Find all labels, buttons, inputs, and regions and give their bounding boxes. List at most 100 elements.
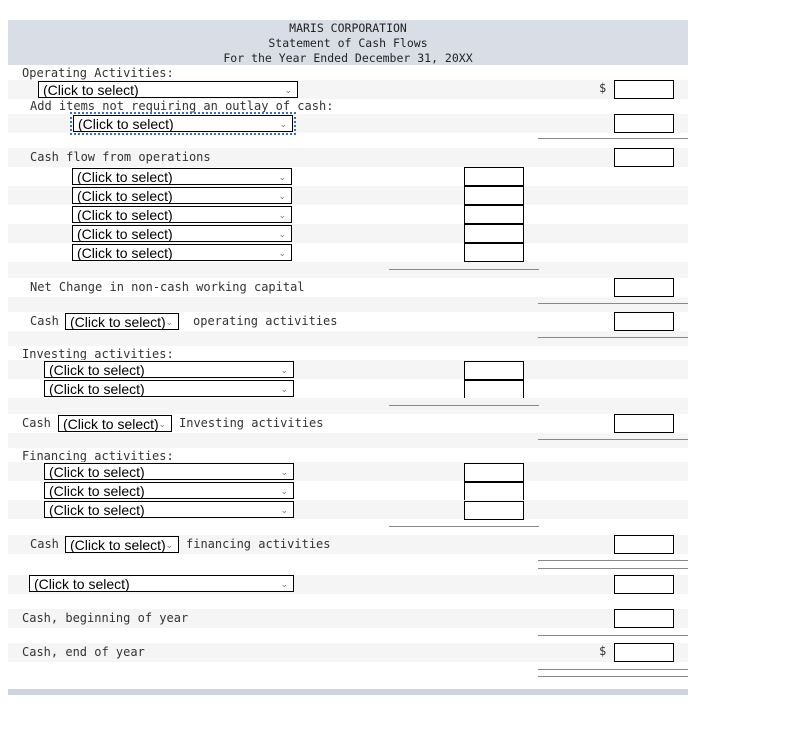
row-spacer bbox=[8, 398, 688, 414]
operating-item-select[interactable]: (Click to select) ⌄ bbox=[38, 81, 298, 98]
noncash-item-amount-input[interactable] bbox=[614, 114, 674, 133]
investing-amount-input-1[interactable] bbox=[464, 361, 524, 380]
row-wc-1: (Click to select) ⌄ bbox=[8, 167, 688, 186]
financing-amount-input-2[interactable] bbox=[464, 482, 524, 501]
chevron-down-icon: ⌄ bbox=[278, 172, 286, 182]
working-capital-amount-input-5[interactable] bbox=[464, 243, 524, 262]
subtotal-rule bbox=[389, 405, 539, 406]
cash-operating-amount-input[interactable] bbox=[614, 312, 674, 331]
net-change-label: Net Change in non-cash working capital bbox=[30, 280, 305, 294]
select-value: (Click to select) bbox=[78, 116, 174, 132]
chevron-down-icon: ⌄ bbox=[165, 540, 173, 550]
working-capital-select-4[interactable]: (Click to select) ⌄ bbox=[72, 225, 292, 242]
subtotal-rule bbox=[538, 439, 688, 440]
investing-select-1[interactable]: (Click to select) ⌄ bbox=[44, 361, 294, 378]
cash-end-amount-input[interactable] bbox=[614, 643, 674, 662]
row-wc-3: (Click to select) ⌄ bbox=[8, 205, 688, 224]
chevron-down-icon: ⌄ bbox=[280, 579, 288, 589]
subtotal-rule bbox=[538, 138, 688, 139]
currency-symbol: $ bbox=[599, 644, 607, 658]
select-value: (Click to select) bbox=[70, 537, 166, 553]
row-investing-2: (Click to select) ⌄ bbox=[8, 379, 688, 399]
row-operating-item: (Click to select) ⌄ $ bbox=[8, 80, 688, 99]
cash-beginning-amount-input[interactable] bbox=[614, 609, 674, 628]
investing-amount-input-2[interactable] bbox=[464, 380, 524, 399]
subtotal-rule bbox=[389, 269, 539, 270]
financing-select-2[interactable]: (Click to select) ⌄ bbox=[44, 482, 294, 499]
working-capital-amount-input-2[interactable] bbox=[464, 186, 524, 205]
financing-select-3[interactable]: (Click to select) ⌄ bbox=[44, 501, 294, 518]
operating-activities-label: operating activities bbox=[193, 314, 338, 328]
cash-investing-amount-input[interactable] bbox=[614, 414, 674, 433]
cash-flow-ops-amount-input[interactable] bbox=[614, 148, 674, 167]
cash-label: Cash bbox=[30, 314, 59, 328]
chevron-down-icon: ⌄ bbox=[158, 419, 166, 429]
select-value: (Click to select) bbox=[49, 464, 145, 480]
operating-provided-used-select[interactable]: (Click to select) ⌄ bbox=[65, 313, 179, 330]
chevron-down-icon: ⌄ bbox=[279, 119, 287, 129]
operating-title: Operating Activities: bbox=[22, 66, 174, 80]
select-value: (Click to select) bbox=[49, 362, 145, 378]
financing-amount-input-1[interactable] bbox=[464, 463, 524, 482]
chevron-down-icon: ⌄ bbox=[278, 191, 286, 201]
chevron-down-icon: ⌄ bbox=[284, 85, 292, 95]
select-value: (Click to select) bbox=[34, 576, 130, 592]
cash-flow-ops-label: Cash flow from operations bbox=[30, 150, 211, 164]
working-capital-amount-input-4[interactable] bbox=[464, 224, 524, 243]
cash-label: Cash bbox=[30, 537, 59, 551]
row-cash-beginning: Cash, beginning of year bbox=[8, 609, 688, 628]
row-cash-financing: Cash (Click to select) ⌄ financing activi… bbox=[8, 535, 688, 554]
working-capital-select-3[interactable]: (Click to select) ⌄ bbox=[72, 206, 292, 223]
chevron-down-icon: ⌄ bbox=[280, 384, 288, 394]
subtotal-rule bbox=[538, 635, 688, 636]
double-rule-bottom bbox=[538, 568, 688, 569]
double-rule-top bbox=[538, 669, 688, 670]
select-value: (Click to select) bbox=[77, 207, 173, 223]
investing-activities-label: Investing activities bbox=[179, 416, 324, 430]
row-spacer bbox=[8, 433, 688, 448]
currency-symbol: $ bbox=[599, 81, 607, 95]
chevron-down-icon: ⌄ bbox=[165, 317, 173, 327]
working-capital-select-1[interactable]: (Click to select) ⌄ bbox=[72, 168, 292, 185]
working-capital-select-5[interactable]: (Click to select) ⌄ bbox=[72, 244, 292, 261]
investing-select-2[interactable]: (Click to select) ⌄ bbox=[44, 380, 294, 397]
row-spacer bbox=[8, 262, 688, 278]
chevron-down-icon: ⌄ bbox=[280, 467, 288, 477]
select-value: (Click to select) bbox=[77, 226, 173, 242]
cash-beginning-label: Cash, beginning of year bbox=[22, 611, 189, 625]
financing-amount-input-3[interactable] bbox=[464, 501, 524, 520]
row-cash-operating: Cash (Click to select) ⌄ operating activi… bbox=[8, 312, 688, 331]
net-increase-decrease-select[interactable]: (Click to select) ⌄ bbox=[29, 575, 294, 592]
financing-select-1[interactable]: (Click to select) ⌄ bbox=[44, 463, 294, 480]
row-financing-1: (Click to select) ⌄ bbox=[8, 462, 688, 482]
row-wc-5: (Click to select) ⌄ bbox=[8, 243, 688, 262]
working-capital-amount-input-1[interactable] bbox=[464, 167, 524, 186]
chevron-down-icon: ⌄ bbox=[278, 210, 286, 220]
cash-end-label: Cash, end of year bbox=[22, 645, 145, 659]
financing-activities-label: financing activities bbox=[186, 537, 331, 551]
select-value: (Click to select) bbox=[49, 502, 145, 518]
chevron-down-icon: ⌄ bbox=[280, 365, 288, 375]
net-change-amount-input[interactable] bbox=[614, 278, 674, 297]
row-financing-3: (Click to select) ⌄ bbox=[8, 500, 688, 520]
noncash-item-select[interactable]: (Click to select) ⌄ bbox=[70, 112, 296, 135]
chevron-down-icon: ⌄ bbox=[278, 229, 286, 239]
row-cash-end: Cash, end of year $ bbox=[8, 643, 688, 662]
row-wc-4: (Click to select) ⌄ bbox=[8, 224, 688, 243]
chevron-down-icon: ⌄ bbox=[280, 505, 288, 515]
investing-provided-used-select[interactable]: (Click to select) ⌄ bbox=[58, 415, 172, 432]
row-net-change: Net Change in non-cash working capital bbox=[8, 278, 688, 297]
select-value: (Click to select) bbox=[70, 314, 166, 330]
cash-financing-amount-input[interactable] bbox=[614, 535, 674, 554]
chevron-down-icon: ⌄ bbox=[278, 248, 286, 258]
financing-provided-used-select[interactable]: (Click to select) ⌄ bbox=[65, 536, 179, 553]
double-rule-bottom bbox=[538, 676, 688, 677]
row-noncash-item: (Click to select) ⌄ bbox=[8, 112, 688, 135]
select-value: (Click to select) bbox=[77, 169, 173, 185]
select-value: (Click to select) bbox=[49, 381, 145, 397]
working-capital-select-2[interactable]: (Click to select) ⌄ bbox=[72, 187, 292, 204]
net-change-cash-amount-input[interactable] bbox=[614, 575, 674, 594]
working-capital-amount-input-3[interactable] bbox=[464, 205, 524, 224]
row-net-change-cash: (Click to select) ⌄ bbox=[8, 575, 688, 594]
operating-item-amount-input[interactable] bbox=[614, 80, 674, 99]
